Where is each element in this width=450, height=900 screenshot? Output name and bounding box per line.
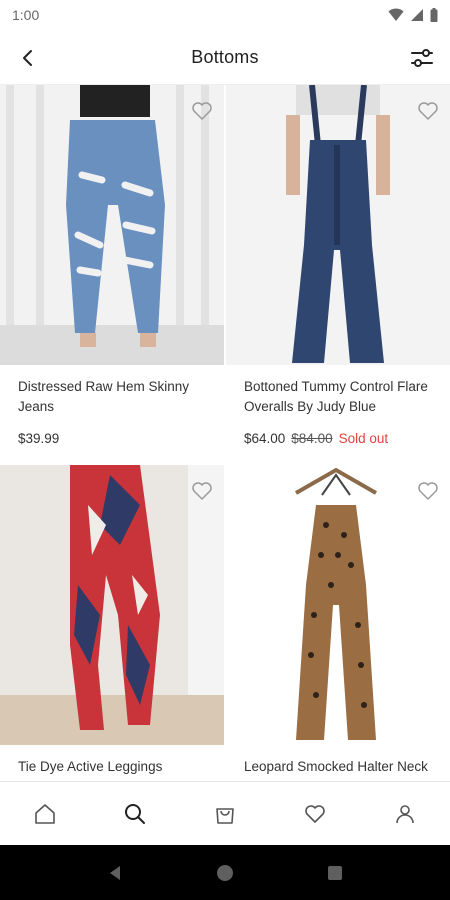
product-price: $39.99	[18, 431, 60, 446]
bag-icon	[216, 807, 234, 824]
product-card[interactable]: Bottoned Tummy Control Flare Overalls By…	[226, 85, 450, 446]
product-card[interactable]: Leopard Smocked Halter Neck	[226, 465, 450, 781]
product-name[interactable]: Bottoned Tummy Control Flare Overalls By…	[226, 365, 450, 421]
search-icon	[125, 803, 145, 824]
status-icons	[388, 8, 438, 22]
product-grid: Distressed Raw Hem Skinny Jeans $39.99 B…	[0, 84, 450, 781]
system-back-icon[interactable]	[106, 864, 124, 882]
filter-sliders-icon	[411, 49, 433, 67]
product-price: $64.00	[244, 431, 286, 446]
home-icon	[35, 803, 55, 824]
favorite-heart-icon[interactable]	[416, 99, 440, 123]
system-recents-icon[interactable]	[326, 864, 344, 882]
system-nav-bar	[0, 845, 450, 900]
product-name[interactable]: Tie Dye Active Leggings	[0, 745, 224, 781]
product-image[interactable]	[226, 85, 450, 365]
leggings-photo	[0, 465, 224, 745]
favorite-heart-icon[interactable]	[190, 479, 214, 503]
product-image[interactable]	[0, 465, 224, 745]
product-image[interactable]	[226, 465, 450, 745]
system-home-icon[interactable]	[216, 864, 234, 882]
profile-icon	[396, 804, 414, 823]
favorite-heart-icon[interactable]	[416, 479, 440, 503]
app-bar: Bottoms	[0, 30, 450, 84]
product-price-row: $64.00 $84.00 Sold out	[226, 421, 450, 446]
nav-search[interactable]	[115, 794, 155, 834]
product-price-row: $39.99	[0, 421, 224, 446]
arrow-back-icon	[23, 50, 32, 66]
status-time: 1:00	[12, 7, 40, 23]
filter-button[interactable]	[408, 44, 436, 72]
product-name[interactable]: Distressed Raw Hem Skinny Jeans	[0, 365, 224, 421]
nav-home[interactable]	[25, 794, 65, 834]
product-image[interactable]	[0, 85, 224, 365]
nav-favorites[interactable]	[295, 794, 335, 834]
status-bar: 1:00	[0, 0, 450, 30]
back-button[interactable]	[14, 44, 42, 72]
product-original-price: $84.00	[291, 431, 333, 446]
sold-out-badge: Sold out	[338, 431, 389, 446]
overalls-photo	[226, 85, 450, 365]
product-card[interactable]: Distressed Raw Hem Skinny Jeans $39.99	[0, 85, 224, 446]
nav-profile[interactable]	[385, 794, 425, 834]
leopard-jumpsuit-photo	[226, 465, 450, 745]
page-title: Bottoms	[191, 46, 259, 67]
jeans-photo	[0, 85, 224, 365]
nav-bag[interactable]	[205, 794, 245, 834]
battery-icon	[430, 8, 438, 22]
wifi-icon	[388, 8, 404, 21]
heart-icon	[305, 804, 325, 823]
favorite-heart-icon[interactable]	[190, 99, 214, 123]
bottom-nav	[0, 781, 450, 845]
signal-icon	[411, 9, 423, 21]
product-name[interactable]: Leopard Smocked Halter Neck	[226, 745, 450, 781]
product-card[interactable]: Tie Dye Active Leggings	[0, 465, 224, 781]
